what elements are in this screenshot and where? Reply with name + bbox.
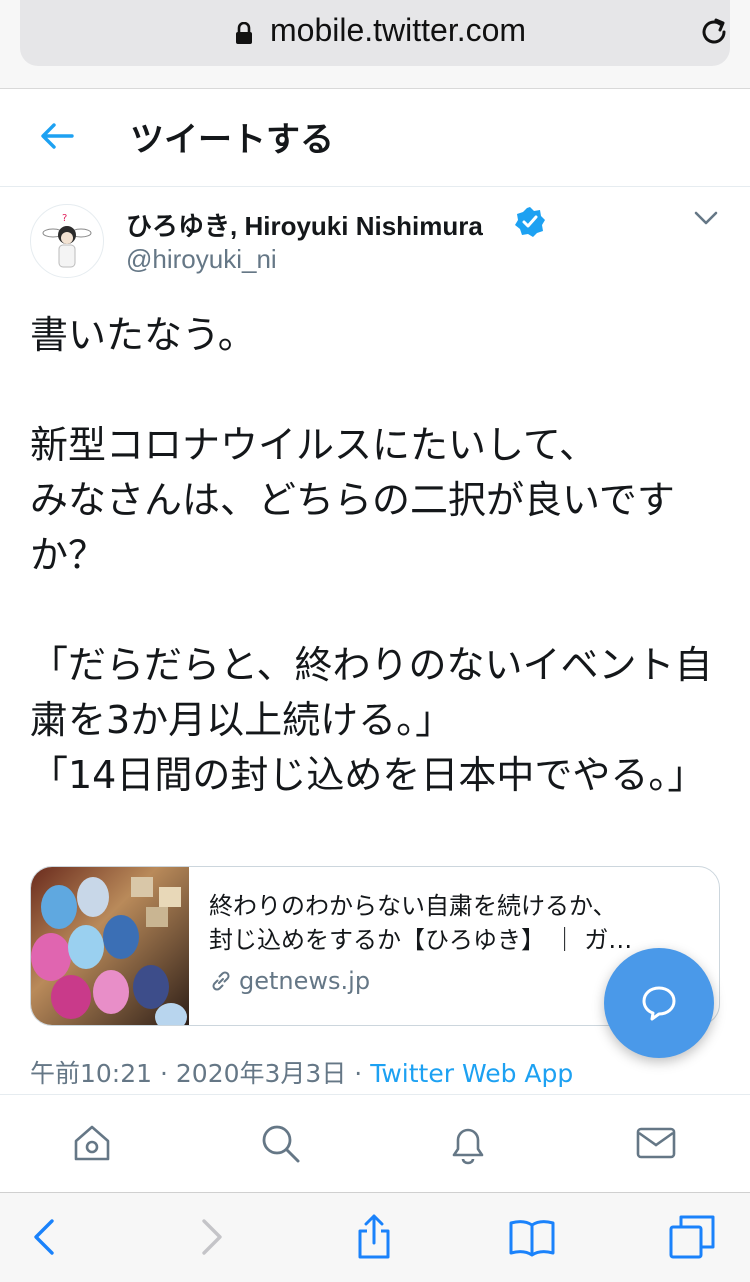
twitter-bottom-nav [0, 1094, 750, 1193]
tabs-icon[interactable] [668, 1213, 716, 1261]
lock-icon [236, 22, 252, 44]
tweet-date: 2020年3月3日 [175, 1059, 347, 1088]
safari-toolbar [0, 1192, 750, 1282]
author-display-name[interactable]: ひろゆき, Hiroyuki Nishimura [126, 206, 483, 243]
card-title-line-1: 終わりのわからない自粛を続けるか、 [209, 892, 617, 920]
avatar-illustration-icon: ? [42, 213, 92, 268]
chat-bubble-icon [642, 986, 676, 1021]
url-text[interactable]: mobile.twitter.com [270, 12, 526, 49]
bookmarks-icon[interactable] [508, 1213, 556, 1261]
tweet-source-link[interactable]: Twitter Web App [370, 1059, 573, 1088]
svg-text:?: ? [62, 213, 67, 224]
home-icon[interactable] [70, 1121, 114, 1165]
share-icon[interactable] [350, 1213, 398, 1261]
tweet-meta: 午前10:21 · 2020年3月3日 · Twitter Web App [30, 1054, 573, 1090]
tweet-text: 書いたなう。 新型コロナウイルスにたいして、 みなさんは、どちらの二択が良いです… [30, 313, 713, 797]
verified-badge-icon [515, 207, 545, 237]
browser-url-bar-area: mobile.twitter.com [0, 0, 750, 89]
search-icon[interactable] [258, 1121, 302, 1165]
tweet-time: 午前10:21 [30, 1059, 153, 1088]
card-domain: getnews.jp [209, 967, 370, 995]
card-domain-text: getnews.jp [239, 967, 371, 995]
messages-icon[interactable] [634, 1121, 678, 1165]
back-icon[interactable] [22, 1213, 70, 1261]
author-handle[interactable]: @hiroyuki_ni [126, 244, 277, 275]
address-bar[interactable]: mobile.twitter.com [20, 0, 730, 66]
card-title: 終わりのわからない自粛を続けるか、 封じ込めをするか【ひろゆき】 ｜ ガ… [209, 889, 697, 957]
card-thumbnail [31, 867, 189, 1025]
page-title: ツイートする [130, 120, 334, 160]
avatar[interactable]: ? [30, 204, 104, 278]
notifications-icon[interactable] [446, 1121, 490, 1165]
forward-icon[interactable] [186, 1213, 234, 1261]
card-title-line-2: 封じ込めをするか【ひろゆき】 ｜ ガ… [209, 926, 633, 954]
reload-icon[interactable] [696, 14, 732, 50]
meta-separator: · [354, 1059, 363, 1088]
reply-fab-button[interactable] [604, 948, 714, 1058]
link-icon [212, 971, 230, 991]
back-arrow-icon[interactable] [38, 120, 76, 152]
meta-separator: · [160, 1059, 168, 1088]
tweet-header: ツイートする [0, 88, 750, 187]
chevron-down-icon[interactable] [694, 210, 718, 226]
